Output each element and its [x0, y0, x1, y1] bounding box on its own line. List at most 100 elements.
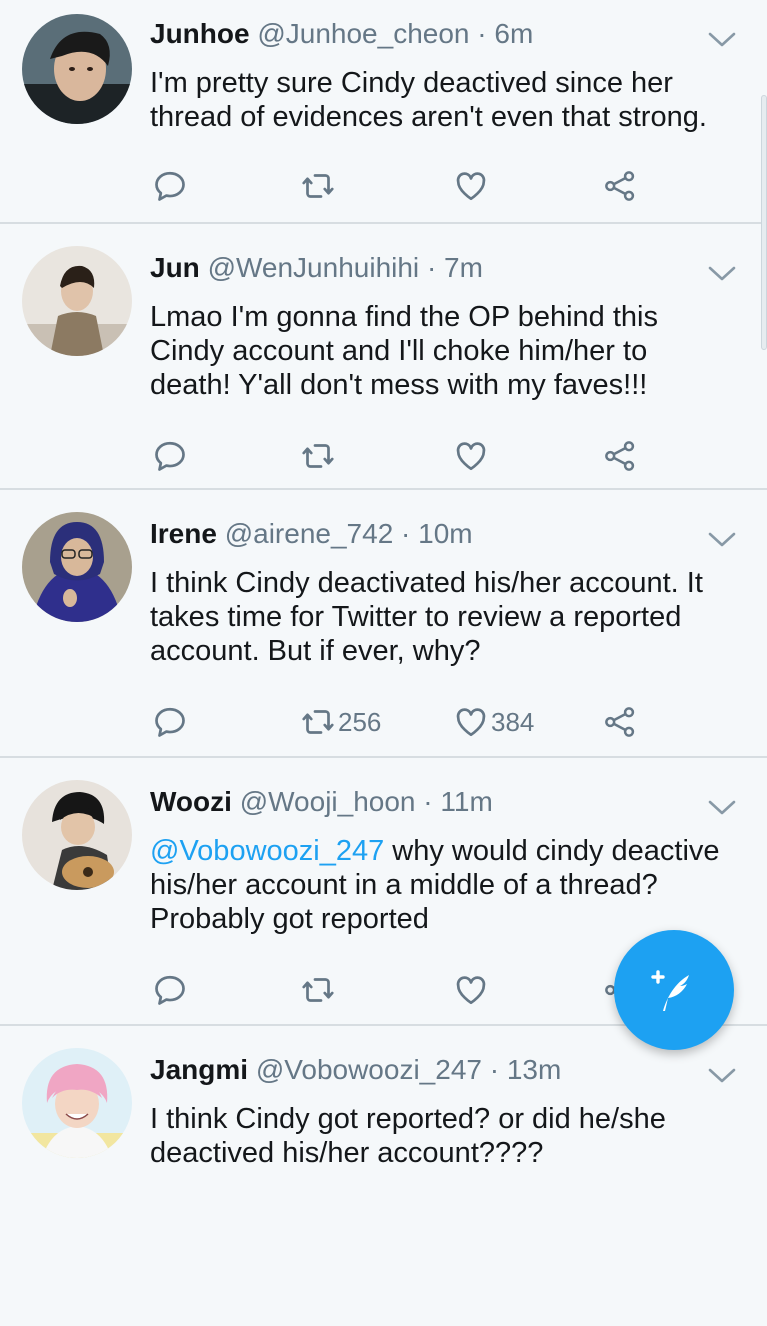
chevron-down-icon[interactable]	[707, 30, 737, 50]
mention-link[interactable]: @Vobowoozi_247	[150, 835, 384, 867]
tweet-line: account. But if ever, why?	[150, 635, 481, 667]
tweet-line: takes time for Twitter to review a repor…	[150, 601, 682, 633]
avatar-image	[22, 14, 132, 124]
reply-button[interactable]	[152, 436, 188, 476]
tweet-actions	[150, 166, 670, 206]
tweet-text: Lmao I'm gonna find the OP behind this C…	[150, 300, 737, 402]
tweet-actions	[150, 970, 670, 1010]
like-button[interactable]	[453, 970, 491, 1010]
tweet[interactable]: Junhoe @Junhoe_cheon · 6m I'm pretty sur…	[0, 0, 767, 224]
avatar[interactable]	[22, 512, 132, 622]
user-handle[interactable]: @WenJunhuihihi	[208, 252, 420, 283]
avatar-image	[22, 780, 132, 890]
like-button[interactable]	[453, 166, 491, 206]
avatar[interactable]	[22, 780, 132, 890]
tweet-line: thread of evidences aren't even that str…	[150, 101, 707, 133]
like-count: 384	[491, 706, 535, 737]
share-button[interactable]	[602, 702, 638, 742]
tweet[interactable]: Irene @airene_742 · 10m I think Cindy de…	[0, 490, 767, 758]
like-button[interactable]: 384	[453, 702, 534, 742]
heart-icon	[453, 704, 489, 740]
user-handle[interactable]: @Junhoe_cheon	[257, 18, 469, 49]
avatar-image	[22, 1048, 132, 1158]
heart-icon	[453, 168, 489, 204]
timestamp[interactable]: 13m	[507, 1054, 561, 1085]
share-icon	[602, 168, 638, 204]
retweet-icon	[300, 972, 336, 1008]
timestamp[interactable]: 6m	[494, 18, 533, 49]
heart-icon	[453, 438, 489, 474]
compose-tweet-button[interactable]	[614, 930, 734, 1050]
user-handle[interactable]: @airene_742	[225, 518, 394, 549]
avatar[interactable]	[22, 246, 132, 356]
tweet-line: Probably got reported	[150, 903, 429, 935]
separator: ·	[401, 518, 411, 549]
tweet-header: Jangmi @Vobowoozi_247 · 13m	[150, 1054, 687, 1086]
retweet-button[interactable]: 256	[300, 702, 381, 742]
tweet-text: @Vobowoozi_247 why would cindy deactive …	[150, 834, 737, 936]
chevron-down-icon[interactable]	[707, 264, 737, 284]
retweet-button[interactable]	[300, 970, 338, 1010]
reply-icon	[152, 438, 188, 474]
share-button[interactable]	[602, 436, 638, 476]
chevron-down-icon[interactable]	[707, 798, 737, 818]
retweet-button[interactable]	[300, 166, 338, 206]
retweet-count: 256	[338, 706, 382, 737]
reply-icon	[152, 704, 188, 740]
tweet-header: Irene @airene_742 · 10m	[150, 518, 687, 550]
avatar[interactable]	[22, 14, 132, 124]
timeline: Junhoe @Junhoe_cheon · 6m I'm pretty sur…	[0, 0, 767, 1326]
reply-button[interactable]	[152, 970, 188, 1010]
separator: ·	[426, 252, 437, 283]
tweet[interactable]: Jangmi @Vobowoozi_247 · 13m I think Cind…	[0, 1026, 767, 1326]
tweet-header: Woozi @Wooji_hoon · 11m	[150, 786, 687, 818]
tweet-line: @Vobowoozi_247 why would cindy deactive	[150, 834, 737, 868]
chevron-down-icon[interactable]	[707, 530, 737, 550]
reply-icon	[152, 168, 188, 204]
user-handle[interactable]: @Wooji_hoon	[240, 786, 416, 817]
chevron-down-icon[interactable]	[707, 1066, 737, 1086]
reply-icon	[152, 972, 188, 1008]
retweet-icon	[300, 704, 336, 740]
timestamp[interactable]: 11m	[440, 786, 492, 817]
tweet-actions	[150, 436, 670, 476]
avatar-image	[22, 512, 132, 622]
display-name[interactable]: Jun	[150, 252, 200, 283]
tweet-line: death! Y'all don't mess with my faves!!!	[150, 369, 648, 401]
heart-icon	[453, 972, 489, 1008]
tweet-line: his/her account in a middle of a thread?	[150, 869, 658, 901]
user-handle[interactable]: @Vobowoozi_247	[256, 1054, 482, 1085]
tweet-line: I think Cindy deactivated his/her accoun…	[150, 567, 703, 599]
tweet-line: I think Cindy got reported? or did he/sh…	[150, 1103, 666, 1135]
tweet-text: I think Cindy got reported? or did he/sh…	[150, 1102, 737, 1170]
share-button[interactable]	[602, 166, 638, 206]
avatar-image	[22, 246, 132, 356]
timestamp[interactable]: 10m	[418, 518, 472, 549]
tweet-line: deactived his/her account????	[150, 1137, 544, 1169]
display-name[interactable]: Irene	[150, 518, 217, 549]
timestamp[interactable]: 7m	[444, 252, 483, 283]
reply-button[interactable]	[152, 166, 188, 206]
tweet-line: I'm pretty sure Cindy deactived since he…	[150, 67, 673, 99]
display-name[interactable]: Jangmi	[150, 1054, 248, 1085]
tweet-line: Cindy account and I'll choke him/her to	[150, 335, 648, 367]
avatar[interactable]	[22, 1048, 132, 1158]
tweet-text: I think Cindy deactivated his/her accoun…	[150, 566, 737, 668]
separator: ·	[489, 1054, 500, 1085]
scrollbar[interactable]	[761, 95, 767, 350]
compose-tweet-icon	[651, 970, 689, 1011]
retweet-icon	[300, 168, 336, 204]
retweet-button[interactable]	[300, 436, 338, 476]
tweet[interactable]: Jun @WenJunhuihihi · 7m Lmao I'm gonna f…	[0, 224, 767, 490]
retweet-icon	[300, 438, 336, 474]
tweet-header: Jun @WenJunhuihihi · 7m	[150, 252, 687, 284]
tweet-header: Junhoe @Junhoe_cheon · 6m	[150, 18, 687, 50]
reply-button[interactable]	[152, 702, 188, 742]
like-button[interactable]	[453, 436, 491, 476]
display-name[interactable]: Junhoe	[150, 18, 250, 49]
tweet-actions: 256 384	[150, 702, 670, 742]
display-name[interactable]: Woozi	[150, 786, 232, 817]
share-icon	[602, 438, 638, 474]
tweet-line: Lmao I'm gonna find the OP behind this	[150, 301, 658, 333]
share-icon	[602, 704, 638, 740]
